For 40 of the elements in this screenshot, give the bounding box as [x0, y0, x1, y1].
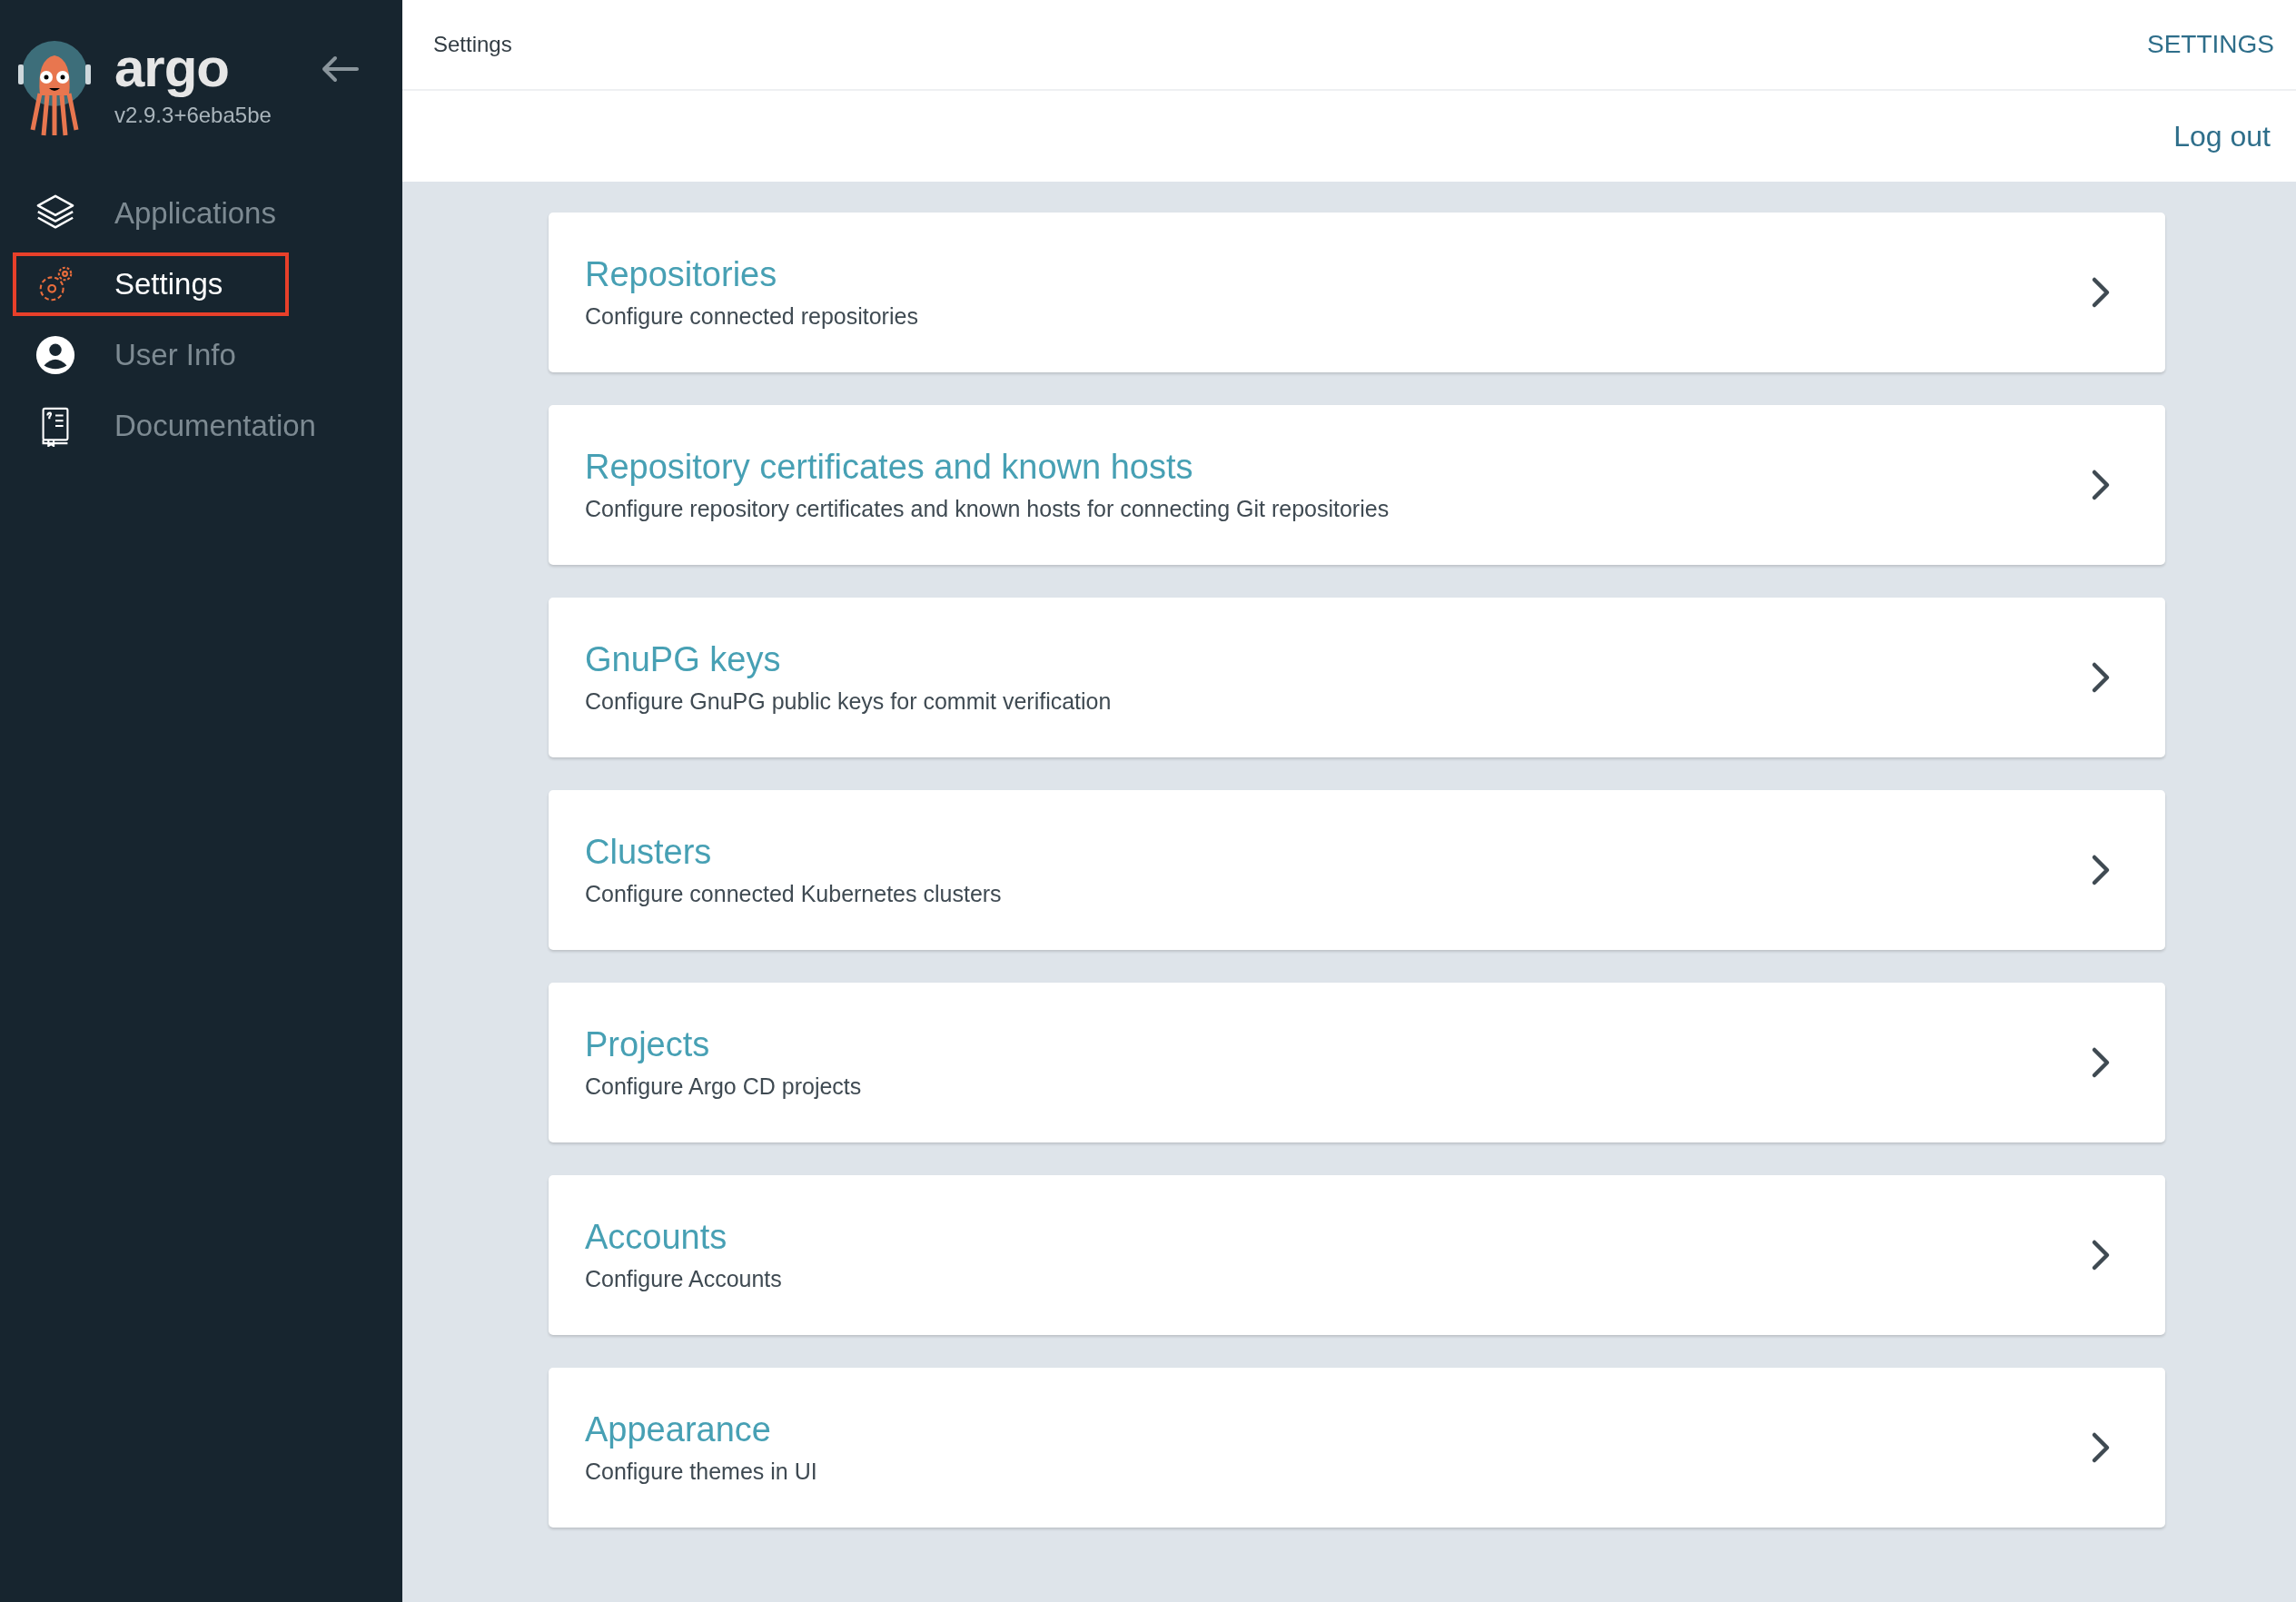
version-label: v2.9.3+6eba5be	[114, 103, 272, 128]
chevron-right-icon	[2091, 1239, 2111, 1271]
chevron-right-icon	[2091, 469, 2111, 501]
settings-card[interactable]: Clusters Configure connected Kubernetes clusters	[549, 790, 2165, 950]
chevron-right-icon	[2091, 276, 2111, 309]
nav-item[interactable]: Documentation	[13, 394, 338, 458]
card-description: Configure repository certificates and known hosts for connecting Git repositories	[585, 496, 1390, 522]
card-description: Configure Accounts	[585, 1266, 782, 1292]
card-title: Repositories	[585, 255, 778, 294]
breadcrumb: Settings	[433, 32, 512, 57]
card-title: Projects	[585, 1025, 711, 1064]
chevron-right-icon	[2091, 1431, 2111, 1464]
back-arrow-icon[interactable]	[320, 55, 359, 83]
card-title: GnuPG keys	[585, 640, 782, 679]
settings-card[interactable]: Repositories Configure connected repositories	[549, 213, 2165, 372]
card-title: Repository certificates and known hosts	[585, 448, 1194, 487]
card-description: Configure connected repositories	[585, 303, 918, 330]
nav-item[interactable]: Settings	[13, 252, 289, 316]
card-description: Configure GnuPG public keys for commit verification	[585, 688, 1112, 715]
card-description: Configure Argo CD projects	[585, 1073, 862, 1100]
page-title: SETTINGS	[2147, 30, 2274, 59]
card-title: Appearance	[585, 1410, 772, 1449]
settings-card[interactable]: Accounts Configure Accounts	[549, 1175, 2165, 1335]
settings-card[interactable]: Projects Configure Argo CD projects	[549, 983, 2165, 1142]
octopus-logo-icon	[18, 41, 93, 136]
chevron-right-icon	[2091, 661, 2111, 694]
settings-card[interactable]: Appearance Configure themes in UI	[549, 1368, 2165, 1528]
user-icon	[35, 334, 76, 376]
chevron-right-icon	[2091, 1046, 2111, 1079]
brand-name: argo	[114, 41, 231, 95]
card-title: Accounts	[585, 1218, 728, 1257]
card-title: Clusters	[585, 833, 713, 872]
chevron-right-icon	[2091, 854, 2111, 886]
logout-button[interactable]: Log out	[2168, 118, 2276, 154]
settings-card[interactable]: Repository certificates and known hosts Configure repository certificates and known hosts for connecting Git repositories	[549, 405, 2165, 565]
card-description: Configure themes in UI	[585, 1459, 817, 1485]
settings-card[interactable]: GnuPG keys Configure GnuPG public keys for commit verification	[549, 598, 2165, 757]
card-description: Configure connected Kubernetes clusters	[585, 881, 1002, 907]
nav-item[interactable]: User Info	[13, 323, 289, 387]
nav-item[interactable]: Applications	[13, 182, 298, 245]
